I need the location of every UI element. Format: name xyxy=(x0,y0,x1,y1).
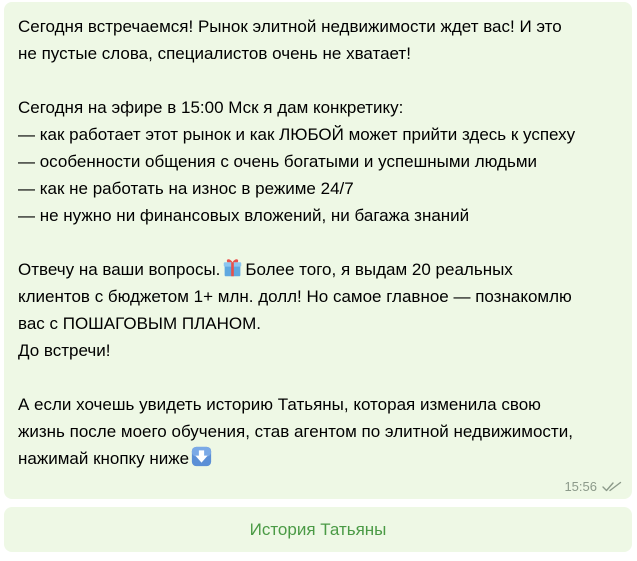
message-line-tail: Более того, я выдам 20 реальных xyxy=(245,260,513,279)
inline-button-label: История Татьяны xyxy=(249,519,387,539)
message-line: До встречи! xyxy=(18,341,111,360)
message-time: 15:56 xyxy=(564,479,597,494)
message-line: А если хочешь увидеть историю Татьяны, к… xyxy=(18,395,541,414)
down-arrow-icon xyxy=(192,446,212,467)
message-line: Сегодня на эфире в 15:00 Мск я дам конкр… xyxy=(18,98,404,117)
message-line xyxy=(18,229,618,256)
message-line: жизнь после моего обучения, став агентом… xyxy=(18,422,573,441)
message-line: — особенности общения с очень богатыми и… xyxy=(18,152,538,171)
message-text: Сегодня встречаемся! Рынок элитной недви… xyxy=(18,13,618,472)
message-line: — как не работать на износ в режиме 24/7 xyxy=(18,179,354,198)
message-bubble: Сегодня встречаемся! Рынок элитной недви… xyxy=(4,2,632,499)
message-line: не пустые слова, специалистов очень не х… xyxy=(18,44,411,63)
message-line-with-arrow: нажимай кнопку ниже xyxy=(18,445,618,472)
message-meta: 15:56 xyxy=(564,479,622,494)
message-line-with-gift: Отвечу на ваши вопросы. Более того, я вы… xyxy=(18,256,618,283)
message-line: — не нужно ни финансовых вложений, ни ба… xyxy=(18,206,470,225)
message-line: клиентов с бюджетом 1+ млн. долл! Но сам… xyxy=(18,287,572,306)
message-line xyxy=(18,67,618,94)
message-line: вас с ПОШАГОВЫМ ПЛАНОМ. xyxy=(18,314,261,333)
message-line-head: Отвечу на ваши вопросы. xyxy=(18,260,221,279)
message-line xyxy=(18,364,618,391)
gift-icon xyxy=(224,259,242,277)
double-check-icon xyxy=(602,481,622,492)
inline-button-tatiana-story[interactable]: История Татьяны xyxy=(4,507,632,552)
message-line: — как работает этот рынок и как ЛЮБОЙ мо… xyxy=(18,125,576,144)
message-line: Сегодня встречаемся! Рынок элитной недви… xyxy=(18,17,562,36)
message-line-head: нажимай кнопку ниже xyxy=(18,449,190,468)
